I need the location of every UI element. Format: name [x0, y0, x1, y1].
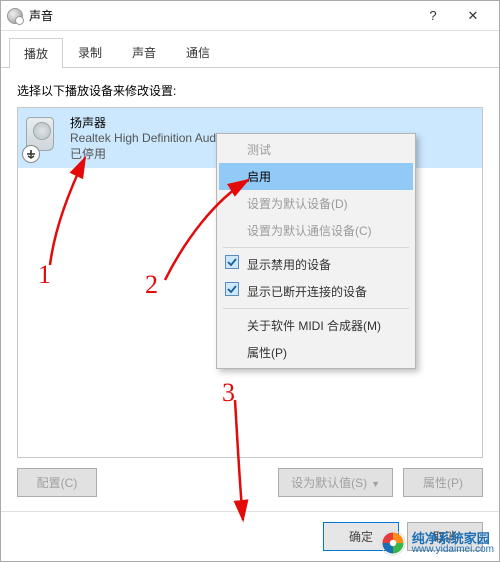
menu-item-about-midi[interactable]: 关于软件 MIDI 合成器(M) — [219, 312, 413, 339]
tab-strip: 播放 录制 声音 通信 — [1, 31, 499, 68]
close-button[interactable]: ✕ — [453, 2, 493, 30]
watermark-url: www.yidaimei.com — [412, 545, 494, 555]
set-default-label: 设为默认值(S) — [291, 476, 367, 490]
menu-item-set-default: 设置为默认设备(D) — [219, 190, 413, 217]
sound-dialog-window: 声音 ? ✕ 播放 录制 声音 通信 选择以下播放设备来修改设置: 扬声器 — [0, 0, 500, 562]
device-name: 扬声器 — [70, 114, 225, 131]
disabled-badge-icon — [22, 145, 40, 163]
configure-button[interactable]: 配置(C) — [17, 468, 97, 497]
menu-item-label: 显示已断开连接的设备 — [247, 285, 367, 299]
tab-playback[interactable]: 播放 — [9, 38, 63, 68]
menu-item-test: 测试 — [219, 136, 413, 163]
device-list[interactable]: 扬声器 Realtek High Definition Audio 已停用 测试… — [17, 107, 483, 458]
menu-item-show-disabled[interactable]: 显示禁用的设备 — [219, 251, 413, 278]
check-icon — [225, 282, 239, 296]
set-default-button[interactable]: 设为默认值(S) ▼ — [278, 468, 393, 497]
device-texts: 扬声器 Realtek High Definition Audio 已停用 — [70, 114, 225, 162]
device-buttons-row: 配置(C) 设为默认值(S) ▼ 属性(P) — [17, 468, 483, 497]
tab-recording[interactable]: 录制 — [63, 37, 117, 67]
window-title: 声音 — [29, 7, 53, 24]
context-menu: 测试 启用 设置为默认设备(D) 设置为默认通信设备(C) 显示禁用的设备 显示… — [216, 133, 416, 369]
menu-item-properties[interactable]: 属性(P) — [219, 339, 413, 366]
watermark-logo-icon — [380, 530, 406, 556]
menu-item-label: 显示禁用的设备 — [247, 258, 331, 272]
menu-item-enable[interactable]: 启用 — [219, 163, 413, 190]
check-icon — [225, 255, 239, 269]
menu-separator — [223, 308, 409, 309]
instruction-label: 选择以下播放设备来修改设置: — [17, 82, 483, 99]
titlebar: 声音 ? ✕ — [1, 1, 499, 31]
watermark-title: 纯净系统家园 — [412, 532, 494, 545]
device-description: Realtek High Definition Audio — [70, 131, 225, 145]
speaker-icon — [26, 117, 62, 159]
device-status: 已停用 — [70, 145, 225, 162]
tab-content: 选择以下播放设备来修改设置: 扬声器 Realtek High Definiti… — [1, 68, 499, 511]
menu-item-show-disconnected[interactable]: 显示已断开连接的设备 — [219, 278, 413, 305]
properties-button[interactable]: 属性(P) — [403, 468, 483, 497]
tab-sounds[interactable]: 声音 — [117, 37, 171, 67]
menu-item-set-default-comm: 设置为默认通信设备(C) — [219, 217, 413, 244]
help-button[interactable]: ? — [413, 2, 453, 30]
chevron-down-icon: ▼ — [371, 479, 380, 489]
menu-separator — [223, 247, 409, 248]
tab-communications[interactable]: 通信 — [171, 37, 225, 67]
window-controls: ? ✕ — [413, 2, 493, 30]
watermark: 纯净系统家园 www.yidaimei.com — [380, 530, 494, 556]
speaker-system-icon — [7, 8, 23, 24]
